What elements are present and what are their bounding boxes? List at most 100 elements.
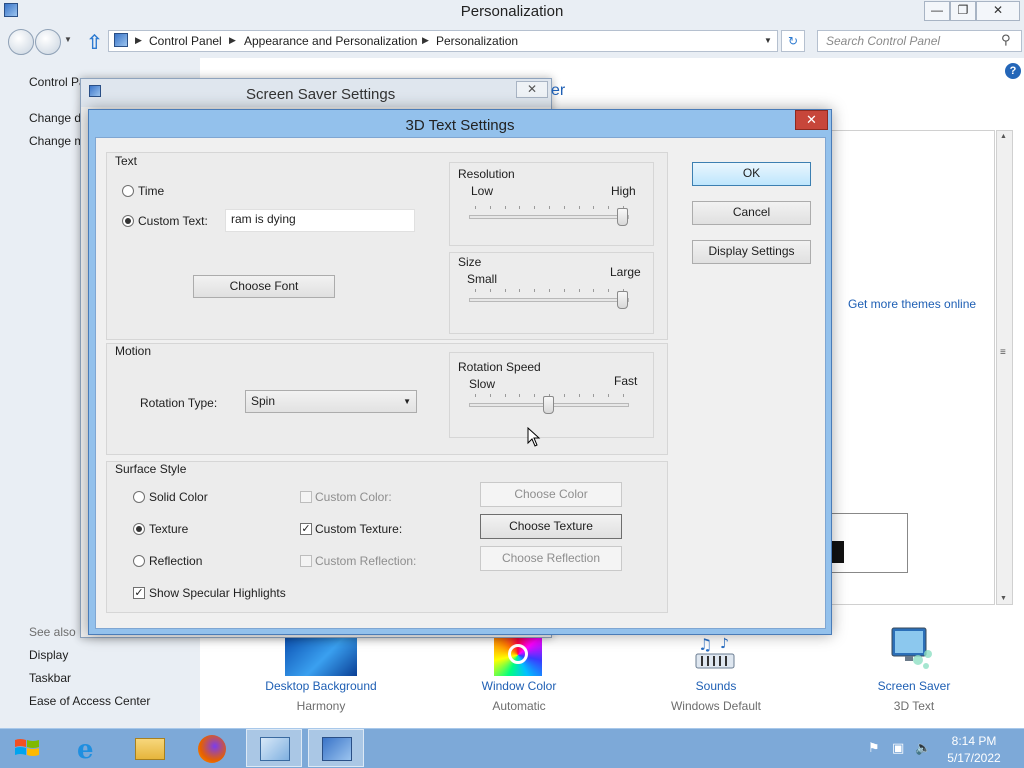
control-panel-taskbar-icon xyxy=(260,737,290,761)
rotation-speed-fast-label: Fast xyxy=(614,374,638,388)
window-color-link[interactable]: Window Color xyxy=(449,679,589,693)
control-panel-taskbar-button[interactable] xyxy=(246,729,302,767)
scroll-up-arrow-icon[interactable]: ▲ xyxy=(1000,133,1007,140)
chevron-right-icon[interactable]: ▶ xyxy=(422,35,429,46)
custom-text-radio[interactable] xyxy=(122,215,134,227)
choose-reflection-button[interactable]: Choose Reflection xyxy=(480,546,622,571)
size-slider[interactable] xyxy=(469,288,629,312)
see-also-display-link[interactable]: Display xyxy=(29,648,68,662)
see-also-taskbar-link[interactable]: Taskbar xyxy=(29,671,71,685)
back-button[interactable] xyxy=(8,29,34,55)
slider-tick xyxy=(534,206,535,209)
slider-tick xyxy=(593,394,594,397)
custom-texture-label[interactable]: Custom Texture: xyxy=(315,522,402,536)
forward-button[interactable] xyxy=(35,29,61,55)
screen-saver-link[interactable]: Screen Saver xyxy=(844,679,984,693)
close-button[interactable]: ✕ xyxy=(976,1,1020,21)
breadcrumb-control-panel[interactable]: Control Panel xyxy=(149,34,222,48)
firefox-taskbar-button[interactable] xyxy=(184,729,240,767)
breadcrumb-personalization[interactable]: Personalization xyxy=(436,34,518,48)
restore-button[interactable]: ❐ xyxy=(950,1,976,21)
desktop-background-link[interactable]: Desktop Background xyxy=(251,679,391,693)
resolution-high-label: High xyxy=(611,184,636,198)
surface-style-title: Surface Style xyxy=(115,462,187,476)
action-center-flag-icon[interactable]: ⚑ xyxy=(868,740,880,756)
rotation-speed-slider[interactable] xyxy=(469,393,629,417)
get-more-themes-link[interactable]: Get more themes online xyxy=(848,297,976,311)
cancel-button[interactable]: Cancel xyxy=(692,201,811,225)
time-radio[interactable] xyxy=(122,185,134,197)
choose-texture-button[interactable]: Choose Texture xyxy=(480,514,622,539)
solid-color-label[interactable]: Solid Color xyxy=(149,490,208,504)
see-also-ease-of-access-link[interactable]: Ease of Access Center xyxy=(29,694,150,708)
sounds-icon[interactable]: ♫ ♪ xyxy=(692,634,740,674)
reflection-label[interactable]: Reflection xyxy=(149,554,202,568)
chevron-right-icon[interactable]: ▶ xyxy=(229,35,236,46)
resolution-title: Resolution xyxy=(458,167,515,181)
custom-text-label[interactable]: Custom Text: xyxy=(138,214,208,228)
internet-explorer-taskbar-button[interactable]: e xyxy=(62,729,118,767)
help-icon[interactable]: ? xyxy=(1005,63,1021,79)
time-label[interactable]: Time xyxy=(138,184,164,198)
screen-saver-icon[interactable] xyxy=(888,626,936,672)
choose-font-button[interactable]: Choose Font xyxy=(193,275,335,298)
recent-pages-chevron-down-icon[interactable]: ▼ xyxy=(64,35,72,44)
slider-tick xyxy=(475,289,476,292)
refresh-icon[interactable]: ↻ xyxy=(781,30,805,52)
chevron-right-icon[interactable]: ▶ xyxy=(135,35,142,46)
screen-saver-close-button[interactable]: ✕ xyxy=(516,81,548,98)
slider-tick xyxy=(519,394,520,397)
sounds-link[interactable]: Sounds xyxy=(646,679,786,693)
slider-track[interactable] xyxy=(469,215,629,219)
up-arrow-icon[interactable]: ⇧ xyxy=(86,30,103,55)
slider-tick xyxy=(623,394,624,397)
size-large-label: Large xyxy=(610,265,641,279)
breadcrumb-appearance[interactable]: Appearance and Personalization xyxy=(244,34,417,48)
slider-tick xyxy=(549,289,550,292)
change-link-2[interactable]: Change m xyxy=(29,134,84,148)
clock-date[interactable]: 5/17/2022 xyxy=(946,751,1002,765)
slider-tick xyxy=(579,394,580,397)
text3d-close-button[interactable]: ✕ xyxy=(795,110,828,130)
desktop-background-thumbnail[interactable] xyxy=(285,634,357,676)
solid-color-radio[interactable] xyxy=(133,491,145,503)
clock-time[interactable]: 8:14 PM xyxy=(946,734,1002,748)
change-link-1[interactable]: Change d xyxy=(29,111,81,125)
display-settings-button[interactable]: Display Settings xyxy=(692,240,811,264)
windows-start-icon[interactable] xyxy=(14,737,40,759)
slider-tick xyxy=(475,394,476,397)
rotation-type-select[interactable]: Spin ▼ xyxy=(245,390,417,413)
themes-scrollbar[interactable]: ▲ ≡ ▼ xyxy=(996,130,1013,605)
custom-color-checkbox[interactable] xyxy=(300,491,312,503)
minimize-button[interactable]: — xyxy=(924,1,950,21)
slider-thumb[interactable] xyxy=(543,396,554,414)
slider-track[interactable] xyxy=(469,298,629,302)
choose-color-button[interactable]: Choose Color xyxy=(480,482,622,507)
custom-texture-checkbox[interactable]: ✓ xyxy=(300,523,312,535)
screen-saver-taskbar-button[interactable] xyxy=(308,729,364,767)
screen-saver-value: 3D Text xyxy=(893,699,935,713)
slider-thumb[interactable] xyxy=(617,208,628,226)
custom-color-label[interactable]: Custom Color: xyxy=(315,490,392,504)
reflection-radio[interactable] xyxy=(133,555,145,567)
specular-highlights-checkbox[interactable]: ✓ xyxy=(133,587,145,599)
custom-text-input[interactable]: ram is dying xyxy=(225,209,415,232)
specular-highlights-label[interactable]: Show Specular Highlights xyxy=(149,586,286,600)
volume-muted-icon[interactable]: 🔈 xyxy=(915,740,931,756)
scroll-grip-icon[interactable]: ≡ xyxy=(1000,347,1006,358)
window-color-icon[interactable] xyxy=(494,634,542,676)
slider-thumb[interactable] xyxy=(617,291,628,309)
custom-reflection-checkbox[interactable] xyxy=(300,555,312,567)
resolution-slider[interactable] xyxy=(469,205,629,229)
texture-radio[interactable] xyxy=(133,523,145,535)
ok-button[interactable]: OK xyxy=(692,162,811,186)
texture-label[interactable]: Texture xyxy=(149,522,188,536)
address-dropdown-chevron-down-icon[interactable]: ▼ xyxy=(764,36,772,45)
scroll-down-arrow-icon[interactable]: ▼ xyxy=(1000,595,1007,602)
file-explorer-taskbar-button[interactable] xyxy=(122,729,178,767)
custom-reflection-label[interactable]: Custom Reflection: xyxy=(315,554,416,568)
search-icon[interactable]: ⚲ xyxy=(1001,32,1011,48)
mouse-cursor-icon xyxy=(527,426,541,450)
control-panel-home-link[interactable]: Control Pa xyxy=(29,75,86,89)
network-icon[interactable]: ▣ xyxy=(892,740,904,756)
